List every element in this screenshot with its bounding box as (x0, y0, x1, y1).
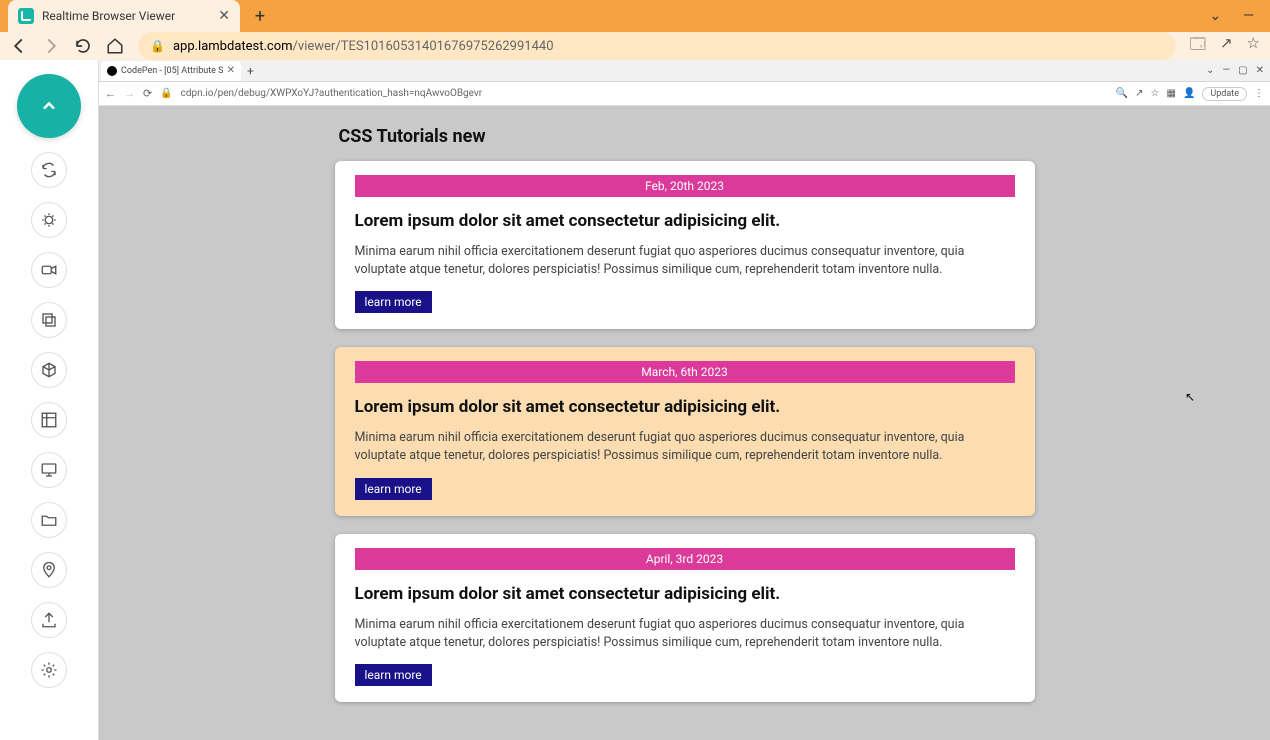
codepen-favicon-icon (107, 66, 117, 76)
inner-window-controls: ⌄ — ▢ ✕ (1206, 65, 1270, 76)
card-date-bar: March, 6th 2023 (355, 361, 1015, 383)
back-button[interactable] (10, 37, 28, 55)
new-tab-button[interactable]: + (246, 2, 274, 30)
outer-window-controls: ⌄ — (1209, 0, 1254, 32)
outer-tab[interactable]: Realtime Browser Viewer ✕ (8, 0, 240, 32)
collapse-fab-button[interactable] (17, 74, 81, 138)
card-date-bar: Feb, 20th 2023 (355, 175, 1015, 197)
inner-minimize-icon[interactable]: — (1222, 65, 1230, 76)
inner-profile-icon[interactable]: 👤 (1183, 88, 1195, 99)
video-tool[interactable] (31, 252, 67, 288)
card-body: Minima earum nihil officia exercitatione… (355, 243, 1015, 279)
inner-url[interactable]: cdpn.io/pen/debug/XWPXoYJ?authentication… (181, 88, 1108, 99)
inner-star-icon[interactable]: ☆ (1151, 88, 1160, 99)
folder-tool[interactable] (31, 502, 67, 538)
inner-update-button[interactable]: Update (1202, 87, 1247, 101)
sync-tool[interactable] (31, 152, 67, 188)
share-icon[interactable]: ↗ (1220, 34, 1233, 59)
inner-reload-button[interactable]: ⟳ (143, 87, 152, 100)
inner-extension-icon[interactable]: ▦ (1167, 88, 1176, 99)
bug-tool[interactable] (31, 202, 67, 238)
card-title: Lorem ipsum dolor sit amet consectetur a… (355, 397, 1015, 417)
outer-address-bar: 🔒 app.lambdatest.com/viewer/TES101605314… (0, 32, 1270, 60)
close-tab-icon[interactable]: ✕ (218, 8, 230, 24)
inner-tab[interactable]: CodePen - [05] Attribute Selecto ✕ (101, 61, 241, 81)
card-body: Minima earum nihil officia exercitatione… (355, 429, 1015, 465)
copy-tool[interactable] (31, 302, 67, 338)
inner-tab-title: CodePen - [05] Attribute Selecto (121, 66, 223, 76)
learn-more-button[interactable]: learn more (355, 291, 432, 313)
home-button[interactable] (106, 37, 124, 55)
inner-new-tab-button[interactable]: + (241, 64, 260, 78)
inner-close-tab-icon[interactable]: ✕ (227, 65, 235, 76)
outer-tab-bar: Realtime Browser Viewer ✕ + ⌄ — (0, 0, 1270, 32)
page-content: CSS Tutorials new Feb, 20th 2023 Lorem ip… (99, 106, 1270, 740)
learn-more-button[interactable]: learn more (355, 664, 432, 686)
upload-tool[interactable] (31, 602, 67, 638)
cube-tool[interactable] (31, 352, 67, 388)
lambdatest-favicon-icon (18, 8, 34, 24)
outer-toolbar-right: 🗔 ↗ ☆ (1190, 34, 1260, 59)
tutorial-card: Feb, 20th 2023 Lorem ipsum dolor sit amet… (335, 161, 1035, 329)
card-date-bar: April, 3rd 2023 (355, 548, 1015, 570)
page-heading: CSS Tutorials new (335, 126, 1035, 147)
inner-tab-bar: CodePen - [05] Attribute Selecto ✕ + ⌄ —… (99, 60, 1270, 82)
tutorial-card: April, 3rd 2023 Lorem ipsum dolor sit ame… (335, 534, 1035, 702)
inner-back-button[interactable]: ← (105, 87, 116, 100)
chevron-down-icon[interactable]: ⌄ (1209, 8, 1221, 24)
card-title: Lorem ipsum dolor sit amet consectetur a… (355, 211, 1015, 231)
tutorial-card: March, 6th 2023 Lorem ipsum dolor sit ame… (335, 347, 1035, 515)
outer-url-field[interactable]: 🔒 app.lambdatest.com/viewer/TES101605314… (138, 32, 1176, 60)
inner-zoom-icon[interactable]: 🔍 (1116, 88, 1128, 99)
inner-toolbar: ← → ⟳ 🔒 cdpn.io/pen/debug/XWPXoYJ?authen… (99, 82, 1270, 106)
card-title: Lorem ipsum dolor sit amet consectetur a… (355, 584, 1015, 604)
settings-tool[interactable] (31, 652, 67, 688)
monitor-tool[interactable] (31, 452, 67, 488)
inner-lock-icon: 🔒 (160, 88, 172, 99)
layout-tool[interactable] (31, 402, 67, 438)
location-tool[interactable] (31, 552, 67, 588)
reload-button[interactable] (74, 37, 92, 55)
inner-share-icon[interactable]: ↗ (1135, 88, 1143, 99)
inner-forward-button[interactable]: → (124, 87, 135, 100)
outer-tab-title: Realtime Browser Viewer (42, 9, 210, 23)
card-body: Minima earum nihil officia exercitatione… (355, 616, 1015, 652)
outer-url-domain: app.lambdatest.com (173, 39, 293, 54)
inner-chevron-down-icon[interactable]: ⌄ (1206, 65, 1214, 76)
embedded-browser: CodePen - [05] Attribute Selecto ✕ + ⌄ —… (98, 60, 1270, 740)
forward-button[interactable] (42, 37, 60, 55)
inner-maximize-icon[interactable]: ▢ (1238, 65, 1247, 76)
lambdatest-sidebar (0, 60, 98, 740)
inner-close-window-icon[interactable]: ✕ (1256, 65, 1264, 76)
lock-icon: 🔒 (150, 39, 165, 53)
minimize-icon[interactable]: — (1243, 8, 1254, 24)
translate-icon[interactable]: 🗔 (1190, 34, 1206, 59)
inner-menu-icon[interactable]: ⋮ (1254, 88, 1264, 99)
outer-url-path: /viewer/TES10160531401676975262991440 (293, 39, 554, 54)
learn-more-button[interactable]: learn more (355, 478, 432, 500)
bookmark-star-icon[interactable]: ☆ (1247, 34, 1260, 59)
